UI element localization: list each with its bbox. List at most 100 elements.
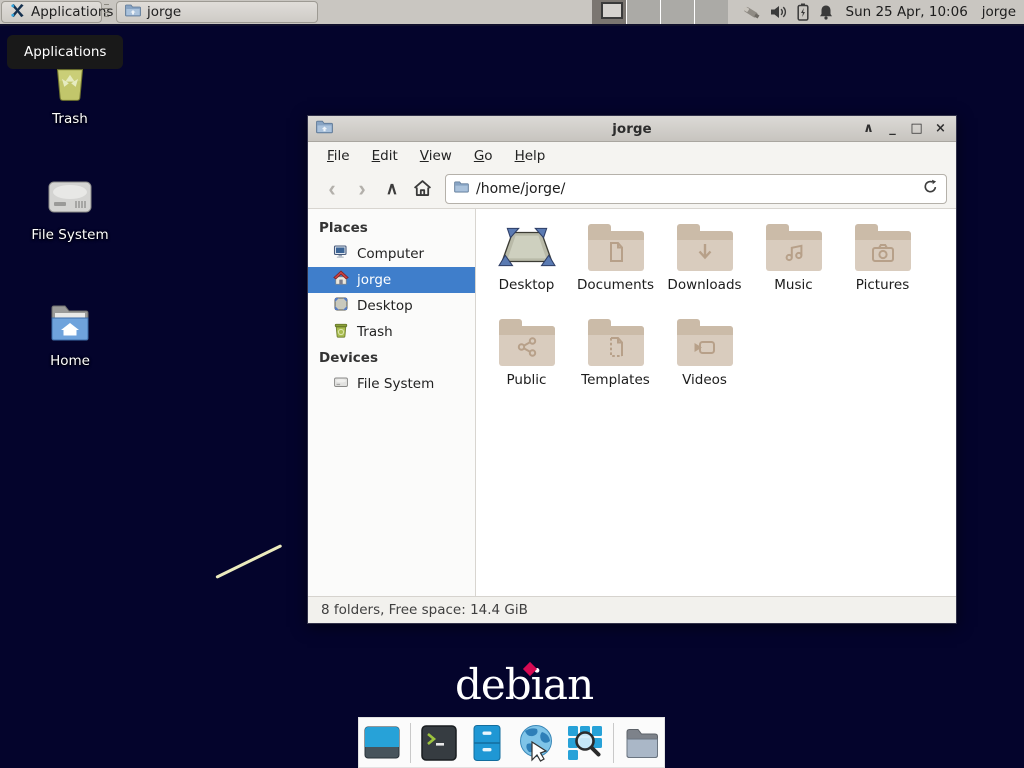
taskbar-window-button[interactable]: jorge [116, 1, 318, 23]
file-manager-window: jorge ∧ _ □ × File Edit View Go Help ‹ ›… [307, 115, 957, 624]
home-icon [333, 270, 349, 290]
sidebar-header-places: Places [308, 215, 475, 241]
workspace-4[interactable] [694, 0, 728, 24]
notification-bell-icon[interactable] [818, 4, 834, 20]
file-item-label: Music [774, 277, 812, 293]
file-item-label: Pictures [856, 277, 909, 293]
drive-small-icon [333, 374, 349, 394]
taskbar-window-label: jorge [147, 4, 181, 20]
dock-separator [613, 723, 614, 763]
sidebar-item-trash[interactable]: Trash [308, 319, 475, 345]
menu-view[interactable]: View [411, 145, 461, 167]
wallpaper-line-artifact [215, 544, 282, 579]
documents-folder-icon [588, 231, 644, 271]
menu-help[interactable]: Help [506, 145, 555, 167]
sidebar-item-jorge[interactable]: jorge [308, 267, 475, 293]
file-item-label: Public [507, 372, 547, 388]
workspace-3[interactable] [660, 0, 694, 24]
videos-folder-icon [677, 326, 733, 366]
stylus-icon[interactable] [742, 3, 761, 21]
up-button[interactable]: ∧ [377, 174, 407, 204]
toolbar: ‹ › ∧ /home/jorge/ [308, 169, 956, 209]
desktop-icon-home[interactable]: Home [18, 296, 122, 369]
window-title: jorge [308, 121, 956, 137]
file-cabinet-icon[interactable] [467, 723, 507, 763]
status-bar: 8 folders, Free space: 14.4 GiB [308, 596, 956, 623]
sidebar-item-label: File System [357, 376, 434, 392]
path-folder-icon [454, 181, 469, 197]
sidebar-item-file-system[interactable]: File System [308, 371, 475, 397]
sidebar-item-label: Trash [357, 324, 393, 340]
back-button[interactable]: ‹ [317, 174, 347, 204]
system-tray [742, 3, 834, 21]
downloads-folder-icon [677, 231, 733, 271]
battery-icon[interactable] [797, 3, 809, 21]
minimize-button[interactable]: _ [885, 121, 900, 136]
desktop-icon-file-system[interactable]: File System [18, 170, 122, 243]
sidebar-item-label: Computer [357, 246, 424, 262]
file-item-pictures[interactable]: Pictures [838, 221, 927, 303]
workspace-switcher[interactable] [592, 0, 728, 24]
panel-handle[interactable] [104, 4, 109, 20]
trash-small-icon [333, 322, 349, 342]
reload-icon[interactable] [923, 179, 938, 198]
home-folder-icon [46, 296, 94, 346]
dock-separator [410, 723, 411, 763]
file-item-desktop[interactable]: Desktop [482, 221, 571, 303]
path-bar[interactable]: /home/jorge/ [445, 174, 947, 204]
menu-file[interactable]: File [318, 145, 359, 167]
desktop: Applications jorge [0, 0, 1024, 768]
file-item-downloads[interactable]: Downloads [660, 221, 749, 303]
menubar: File Edit View Go Help [308, 142, 956, 169]
applications-menu-label: Applications [31, 4, 113, 20]
top-panel: Applications jorge [0, 0, 1024, 26]
hard-drive-icon [44, 170, 96, 220]
workspace-window-thumb [601, 2, 623, 19]
file-item-label: Templates [581, 372, 650, 388]
maximize-button[interactable]: □ [909, 121, 924, 136]
file-item-music[interactable]: Music [749, 221, 838, 303]
home-button[interactable] [407, 174, 437, 204]
forward-button[interactable]: › [347, 174, 377, 204]
web-browser-icon[interactable] [515, 722, 557, 764]
sidebar-header-devices: Devices [308, 345, 475, 371]
shade-button[interactable]: ∧ [861, 121, 876, 136]
clock[interactable]: Sun 25 Apr, 10:06 [846, 4, 968, 20]
file-item-public[interactable]: Public [482, 316, 571, 398]
applications-tooltip: Applications [7, 35, 123, 69]
file-item-templates[interactable]: Templates [571, 316, 660, 398]
terminal-icon[interactable] [419, 723, 459, 763]
pictures-folder-icon [855, 231, 911, 271]
workspace-1[interactable] [592, 0, 626, 24]
xfce-logo-icon [10, 3, 25, 22]
folder-dock-icon[interactable] [622, 723, 662, 763]
applications-menu-button[interactable]: Applications [1, 1, 102, 23]
file-item-label: Documents [577, 277, 654, 293]
workspace-2[interactable] [626, 0, 660, 24]
sidebar: Places Computer [308, 209, 476, 596]
file-item-label: Downloads [667, 277, 741, 293]
file-item-documents[interactable]: Documents [571, 221, 660, 303]
menu-go[interactable]: Go [465, 145, 502, 167]
music-folder-icon [766, 231, 822, 271]
file-list: Desktop Documents [476, 209, 956, 596]
desktop-icon-label: File System [31, 227, 108, 243]
file-item-videos[interactable]: Videos [660, 316, 749, 398]
menu-edit[interactable]: Edit [363, 145, 407, 167]
titlebar[interactable]: jorge ∧ _ □ × [308, 116, 956, 142]
file-item-label: Desktop [499, 277, 555, 293]
close-button[interactable]: × [933, 121, 948, 136]
desktop-item-icon [498, 221, 556, 273]
bottom-dock [358, 717, 665, 768]
desktop-icon-label: Home [50, 353, 90, 369]
sidebar-item-desktop[interactable]: Desktop [308, 293, 475, 319]
application-finder-icon[interactable] [565, 723, 605, 763]
show-desktop-icon[interactable] [362, 723, 402, 763]
path-input[interactable]: /home/jorge/ [476, 181, 916, 197]
user-menu[interactable]: jorge [982, 4, 1016, 20]
file-item-label: Videos [682, 372, 727, 388]
sidebar-item-label: Desktop [357, 298, 413, 314]
volume-icon[interactable] [770, 4, 788, 20]
public-folder-icon [499, 326, 555, 366]
sidebar-item-computer[interactable]: Computer [308, 241, 475, 267]
